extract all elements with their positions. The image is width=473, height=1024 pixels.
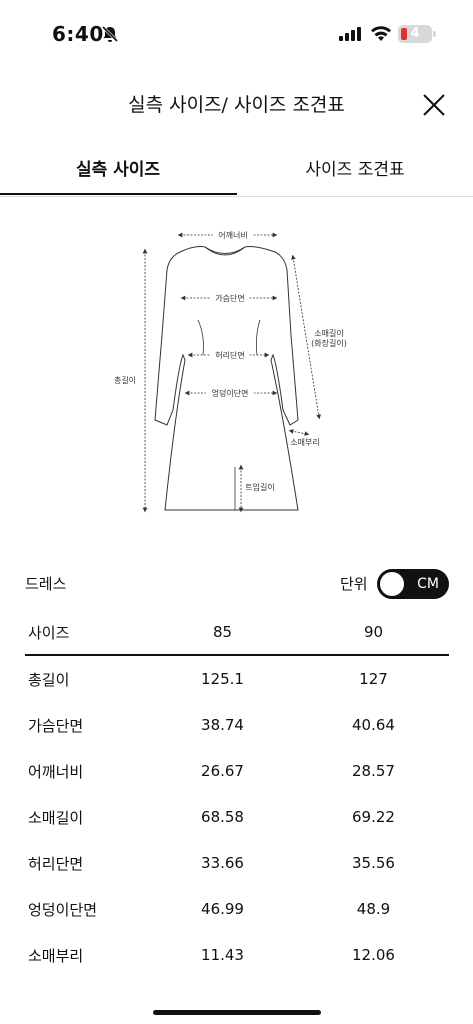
table-row: 소매길이 68.58 69.22 (25, 794, 449, 840)
cell-value: 46.99 (201, 900, 244, 918)
label-waist: 허리단면 (215, 350, 244, 360)
unit-toggle-text: CM (417, 576, 439, 592)
header-size-85: 85 (147, 610, 298, 656)
status-bar: 6:40 4 (0, 0, 473, 70)
size-table: 사이즈 85 90 총길이 125.1 127 가슴단면 38.74 40.64… (25, 610, 449, 978)
label-total-length: 총길이 (114, 375, 136, 385)
label-sleeve-length-sub: (화장길이) (311, 338, 347, 348)
cell-value: 33.66 (201, 854, 244, 872)
row-label: 허리단면 (28, 854, 84, 873)
tab-bar: 실측 사이즈 사이즈 조견표 (0, 145, 473, 197)
table-row: 소매부리 11.43 12.06 (25, 932, 449, 978)
label-shoulder: 어깨너비 (218, 230, 247, 240)
label-chest: 가슴단면 (215, 293, 244, 303)
battery-icon: 4 (398, 25, 432, 43)
cell-value: 35.56 (352, 854, 395, 872)
wifi-icon (371, 26, 391, 41)
row-label: 엉덩이단면 (28, 900, 98, 919)
cell-value: 69.22 (352, 808, 395, 826)
header-size: 사이즈 (25, 610, 148, 656)
cell-value: 11.43 (201, 946, 244, 964)
home-indicator[interactable] (153, 1010, 321, 1015)
dress-outline (154, 246, 299, 511)
cell-value: 38.74 (201, 716, 244, 734)
row-label: 가슴단면 (28, 716, 84, 735)
battery-level: 4 (410, 26, 420, 41)
table-row: 가슴단면 38.74 40.64 (25, 702, 449, 748)
cell-value: 68.58 (201, 808, 244, 826)
table-row: 어깨너비 26.67 28.57 (25, 748, 449, 794)
label-sleeve-length: 소매길이 (314, 328, 343, 338)
row-label: 소매부리 (28, 946, 84, 965)
product-type-label: 드레스 (25, 575, 67, 593)
row-label: 어깨너비 (28, 762, 84, 781)
dress-measurement-diagram: 어깨너비 가슴단면 허리단면 엉덩이단면 총길이 소매길이 (화장길이) 소매부… (114, 230, 347, 513)
label-cuff: 소매부리 (290, 438, 319, 447)
tab-size-chart[interactable]: 사이즈 조견표 (237, 155, 473, 180)
table-row: 허리단면 33.66 35.56 (25, 840, 449, 886)
cell-value: 48.9 (356, 900, 391, 918)
close-icon[interactable] (421, 92, 447, 118)
label-slit: 트임길이 (245, 482, 274, 492)
table-row: 엉덩이단면 46.99 48.9 (25, 886, 449, 932)
row-label: 총길이 (28, 670, 70, 689)
cell-value: 28.57 (352, 762, 395, 780)
table-header-row: 사이즈 85 90 (25, 610, 449, 656)
row-label: 소매길이 (28, 808, 84, 827)
label-hip: 엉덩이단면 (212, 388, 249, 398)
cell-value: 125.1 (201, 670, 244, 688)
page-title: 실측 사이즈/ 사이즈 조견표 (128, 94, 345, 116)
unit-toggle[interactable]: CM (377, 569, 449, 599)
header-size-90: 90 (298, 610, 449, 656)
cell-value: 40.64 (352, 716, 395, 734)
toggle-knob (380, 572, 404, 596)
cell-value: 26.67 (201, 762, 244, 780)
table-row: 총길이 125.1 127 (25, 655, 449, 702)
cell-value: 127 (359, 670, 388, 688)
cellular-signal-icon (339, 27, 361, 41)
bell-muted-icon (101, 25, 119, 43)
cell-value: 12.06 (352, 946, 395, 964)
tab-measured-size[interactable]: 실측 사이즈 (0, 155, 236, 180)
status-time: 6:40 (52, 22, 104, 46)
active-tab-indicator (0, 193, 237, 195)
unit-label: 단위 (340, 575, 368, 593)
